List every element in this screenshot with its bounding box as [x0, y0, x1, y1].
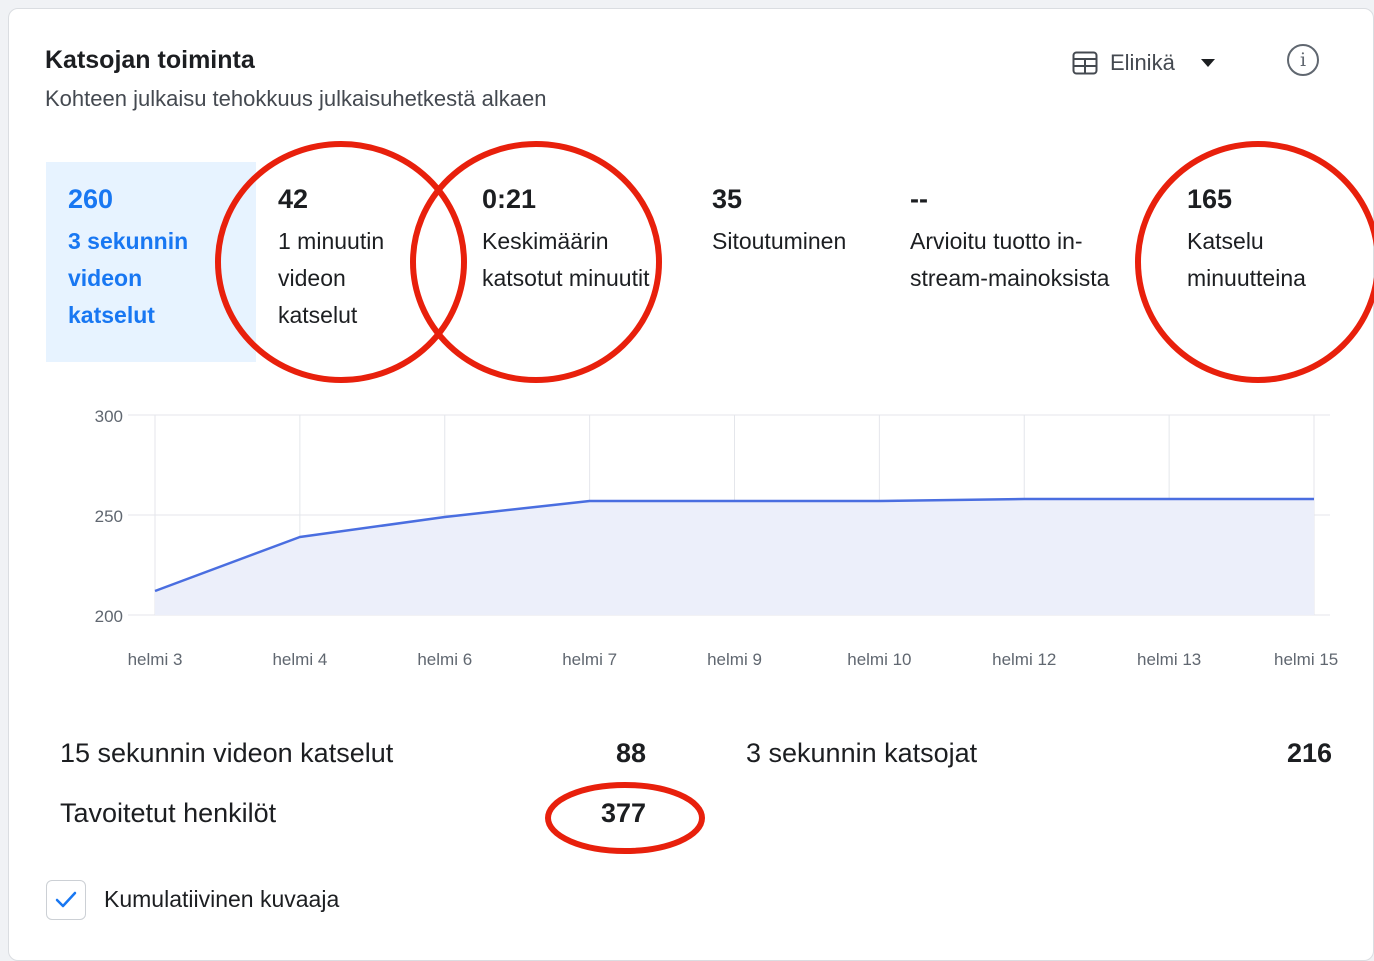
- metric-label: 1 minuutin videon katselut: [278, 228, 385, 328]
- x-tick-label: helmi 7: [562, 650, 617, 669]
- cumulative-label[interactable]: Kumulatiivinen kuvaaja: [104, 886, 339, 913]
- stat-3s-viewers-value: 216: [1286, 738, 1332, 768]
- card-title: Katsojan toiminta: [45, 46, 255, 74]
- metric-3s-views[interactable]: 260 3 sekunnin videon katselut: [46, 162, 256, 362]
- metric-engagement[interactable]: 35 Sitoutuminen: [690, 162, 888, 362]
- metric-value: 260: [68, 184, 114, 214]
- metric-value: 0:21: [482, 184, 537, 214]
- metric-instream-revenue[interactable]: -- Arvioitu tuotto in-stream-mainoksista: [888, 162, 1165, 362]
- stat-15s-views-value: 88: [615, 738, 646, 768]
- cumulative-checkbox[interactable]: [46, 880, 86, 920]
- x-tick-label: helmi 12: [992, 650, 1056, 669]
- y-tick-label: 250: [95, 507, 123, 526]
- x-tick-label: helmi 10: [847, 650, 911, 669]
- x-tick-label: helmi 3: [128, 650, 183, 669]
- metric-value: 42: [278, 184, 309, 214]
- stat-reach-label: Tavoitetut henkilöt: [60, 798, 277, 828]
- stat-15s-views-label: 15 sekunnin videon katselut: [60, 738, 394, 768]
- metric-value: 165: [1187, 184, 1233, 214]
- x-tick-label: helmi 15: [1274, 650, 1338, 669]
- metric-1min-views[interactable]: 42 1 minuutin videon katselut: [256, 162, 460, 362]
- stat-3s-viewers-label: 3 sekunnin katsojat: [746, 738, 978, 768]
- date-range-label: Elinikä: [1110, 50, 1175, 75]
- x-tick-label: helmi 9: [707, 650, 762, 669]
- metric-value: 35: [712, 184, 743, 214]
- metric-avg-minutes[interactable]: 0:21 Keskimäärin katsotut minuutit: [460, 162, 690, 362]
- y-tick-label: 200: [95, 607, 123, 626]
- x-tick-label: helmi 13: [1137, 650, 1201, 669]
- metric-label: 3 sekunnin videon katselut: [68, 228, 189, 328]
- date-range-dropdown[interactable]: Elinikä: [1072, 46, 1215, 80]
- metric-value: --: [910, 184, 928, 214]
- info-icon[interactable]: i: [1287, 44, 1319, 76]
- y-tick-label: 300: [95, 407, 123, 426]
- table-icon: [1072, 51, 1098, 75]
- metric-label: Arvioitu tuotto in-stream-mainoksista: [910, 228, 1110, 291]
- metric-minutes-viewed[interactable]: 165 Katselu minuutteina: [1165, 162, 1365, 362]
- card-subtitle: Kohteen julkaisu tehokkuus julkaisuhetke…: [45, 86, 547, 111]
- series-area: [155, 499, 1314, 615]
- check-icon: [55, 891, 77, 908]
- caret-down-icon: [1200, 59, 1215, 67]
- metric-label: Sitoutuminen: [712, 228, 847, 254]
- views-chart: 300 250 200 helmi 3 helmi 4 helmi 6 helmi 7 hel…: [95, 407, 1339, 669]
- stat-reach-value: 377: [600, 798, 646, 828]
- metric-label: Katselu minuutteina: [1187, 228, 1306, 291]
- metric-label: Keskimäärin katsotut minuutit: [482, 228, 650, 291]
- x-tick-label: helmi 6: [417, 650, 472, 669]
- x-tick-label: helmi 4: [272, 650, 327, 669]
